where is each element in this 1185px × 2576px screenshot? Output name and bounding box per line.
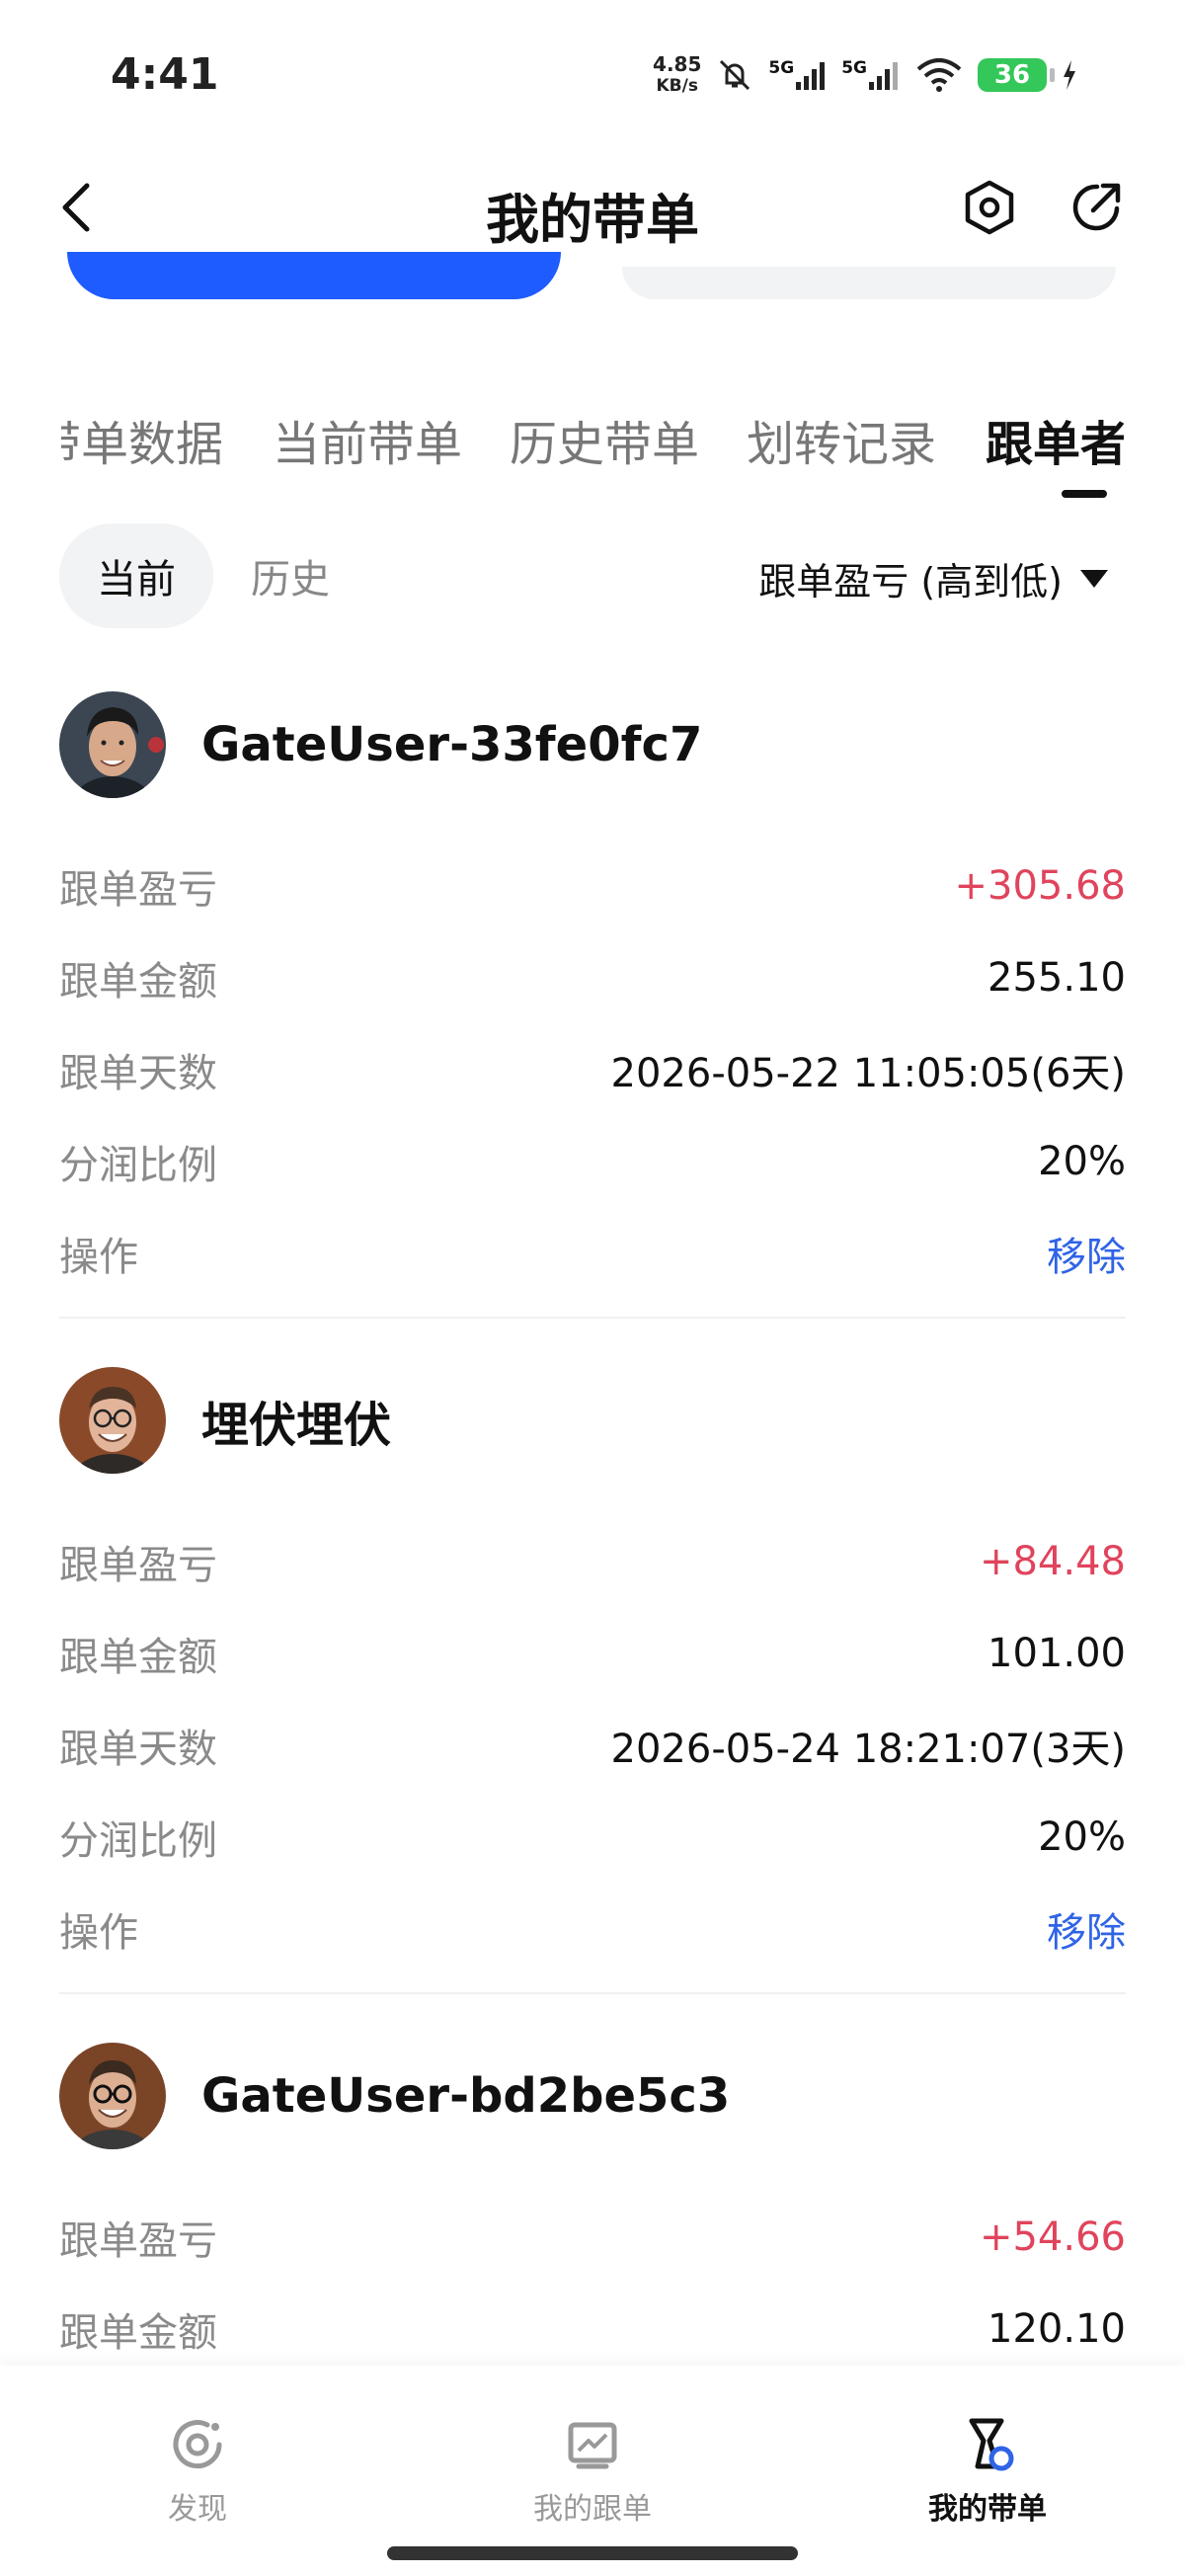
net-speed: 4.85 KB/s — [653, 53, 701, 97]
filter-current[interactable]: 当前 — [59, 523, 213, 628]
tab-scroller: 带单数据 当前带单 历史带单 划转记录 跟单者 — [61, 395, 1124, 484]
tab-bar: 带单数据 当前带单 历史带单 划转记录 跟单者 — [0, 395, 1185, 504]
avatar — [59, 2043, 166, 2149]
status-time: 4:41 — [111, 49, 219, 100]
secondary-action-button[interactable] — [622, 267, 1116, 299]
tab-lead-data[interactable]: 带单数据 — [61, 405, 223, 474]
row-label: 跟单盈亏 — [59, 2217, 217, 2264]
days-value: 2026-05-22 11:05:05(6天) — [610, 1050, 1126, 1096]
back-button[interactable] — [57, 178, 117, 237]
row-follow-days: 跟单天数 2026-05-24 18:21:07(3天) — [59, 1699, 1126, 1791]
pnl-value: +84.48 — [979, 1538, 1126, 1584]
pnl-value: +54.66 — [979, 2214, 1126, 2260]
signal-icon-2: 5G — [841, 58, 901, 92]
signal-label: 5G — [768, 58, 795, 78]
row-label: 操作 — [59, 1909, 138, 1956]
row-label: 分润比例 — [59, 1817, 217, 1864]
row-label: 跟单金额 — [59, 2309, 217, 2356]
remove-button[interactable]: 移除 — [1047, 1900, 1126, 1958]
caret-down-icon — [1080, 569, 1108, 588]
discover-icon — [166, 2413, 229, 2476]
divider — [59, 1317, 1126, 1319]
share-icon — [1072, 183, 1121, 231]
hexagon-settings-icon — [965, 180, 1014, 235]
row-follow-days: 跟单天数 2026-05-22 11:05:05(6天) — [59, 1023, 1126, 1115]
row-follow-amount: 跟单金额 120.10 — [59, 2283, 1126, 2375]
row-follow-pnl: 跟单盈亏 +84.48 — [59, 1515, 1126, 1607]
share-value: 20% — [1038, 1138, 1126, 1184]
row-label: 跟单天数 — [59, 1050, 217, 1096]
row-label: 操作 — [59, 1234, 138, 1280]
share-value: 20% — [1038, 1813, 1126, 1860]
follower-name: GateUser-bd2be5c3 — [201, 2068, 731, 2124]
row-label: 分润比例 — [59, 1142, 217, 1188]
avatar — [59, 691, 166, 798]
home-indicator — [387, 2546, 798, 2560]
row-label: 跟单金额 — [59, 958, 217, 1005]
chart-icon — [561, 2413, 624, 2476]
battery-indicator: 36 — [978, 58, 1055, 92]
tab-transfer-records[interactable]: 划转记录 — [747, 405, 936, 474]
divider — [59, 1992, 1126, 1994]
share-button[interactable] — [1065, 176, 1128, 239]
row-label: 跟单金额 — [59, 1634, 217, 1680]
follower-filter: 当前 历史 跟单盈亏 (高到低) — [0, 523, 1185, 632]
row-follow-amount: 跟单金额 101.00 — [59, 1607, 1126, 1699]
follower-details: 跟单盈亏 +305.68 跟单金额 255.10 跟单天数 2026-05-22… — [59, 840, 1126, 1299]
nav-my-lead[interactable]: 我的带单 — [869, 2413, 1106, 2528]
follower-details: 跟单盈亏 +84.48 跟单金额 101.00 跟单天数 2026-05-24 … — [59, 1515, 1126, 1974]
amount-value: 120.10 — [988, 2305, 1126, 2352]
row-follow-amount: 跟单金额 255.10 — [59, 931, 1126, 1023]
tab-indicator — [1062, 490, 1107, 498]
follower-name: GateUser-33fe0fc7 — [201, 717, 703, 772]
nav-my-follow[interactable]: 我的跟单 — [474, 2413, 711, 2528]
row-profit-share: 分润比例 20% — [59, 1115, 1126, 1207]
nav-discover[interactable]: 发现 — [79, 2413, 316, 2528]
amount-value: 255.10 — [988, 954, 1126, 1001]
status-icons: 4.85 KB/s 5G 5G 36 — [653, 47, 1078, 103]
row-follow-pnl: 跟单盈亏 +305.68 — [59, 840, 1126, 931]
follower-header: GateUser-33fe0fc7 — [59, 691, 702, 798]
row-follow-pnl: 跟单盈亏 +54.66 — [59, 2191, 1126, 2283]
follower-details: 跟单盈亏 +54.66 跟单金额 120.10 — [59, 2191, 1126, 2375]
lead-trader-icon — [956, 2413, 1019, 2476]
avatar — [59, 1367, 166, 1474]
charging-icon — [1061, 58, 1078, 92]
mute-bell-icon — [715, 55, 754, 95]
status-bar: 4:41 4.85 KB/s 5G 5G 36 — [0, 0, 1185, 148]
row-label: 跟单盈亏 — [59, 1542, 217, 1588]
follower-name: 埋伏埋伏 — [201, 1398, 392, 1453]
follower-header: 埋伏埋伏 — [59, 1367, 391, 1474]
nav-label: 发现 — [168, 2492, 227, 2527]
signal-icon: 5G — [768, 58, 828, 92]
filter-history[interactable]: 历史 — [213, 523, 367, 628]
bottom-nav: 发现 我的跟单 我的带单 — [0, 2366, 1185, 2576]
amount-value: 101.00 — [988, 1630, 1126, 1676]
header: 我的带单 — [0, 148, 1185, 267]
pnl-value: +305.68 — [954, 862, 1126, 909]
wifi-icon — [914, 57, 964, 93]
sort-label: 跟单盈亏 (高到低) — [758, 560, 1063, 604]
net-speed-value: 4.85 — [653, 52, 702, 76]
days-value: 2026-05-24 18:21:07(3天) — [610, 1726, 1126, 1772]
tab-history-lead[interactable]: 历史带单 — [510, 405, 699, 474]
nav-label: 我的跟单 — [533, 2492, 652, 2527]
row-profit-share: 分润比例 20% — [59, 1791, 1126, 1883]
signal-label-2: 5G — [841, 58, 867, 78]
sort-dropdown[interactable]: 跟单盈亏 (高到低) — [758, 551, 1108, 605]
net-speed-unit: KB/s — [656, 76, 698, 96]
tab-followers[interactable]: 跟单者 — [986, 405, 1124, 474]
chevron-left-icon — [62, 183, 90, 232]
follower-header: GateUser-bd2be5c3 — [59, 2043, 730, 2149]
row-label: 跟单天数 — [59, 1726, 217, 1772]
primary-action-button[interactable] — [67, 252, 561, 299]
nav-label: 我的带单 — [928, 2492, 1047, 2527]
remove-button[interactable]: 移除 — [1047, 1225, 1126, 1282]
settings-button[interactable] — [958, 176, 1021, 239]
tab-current-lead[interactable]: 当前带单 — [273, 405, 462, 474]
row-label: 跟单盈亏 — [59, 866, 217, 913]
row-action: 操作 移除 — [59, 1883, 1126, 1974]
row-action: 操作 移除 — [59, 1207, 1126, 1299]
